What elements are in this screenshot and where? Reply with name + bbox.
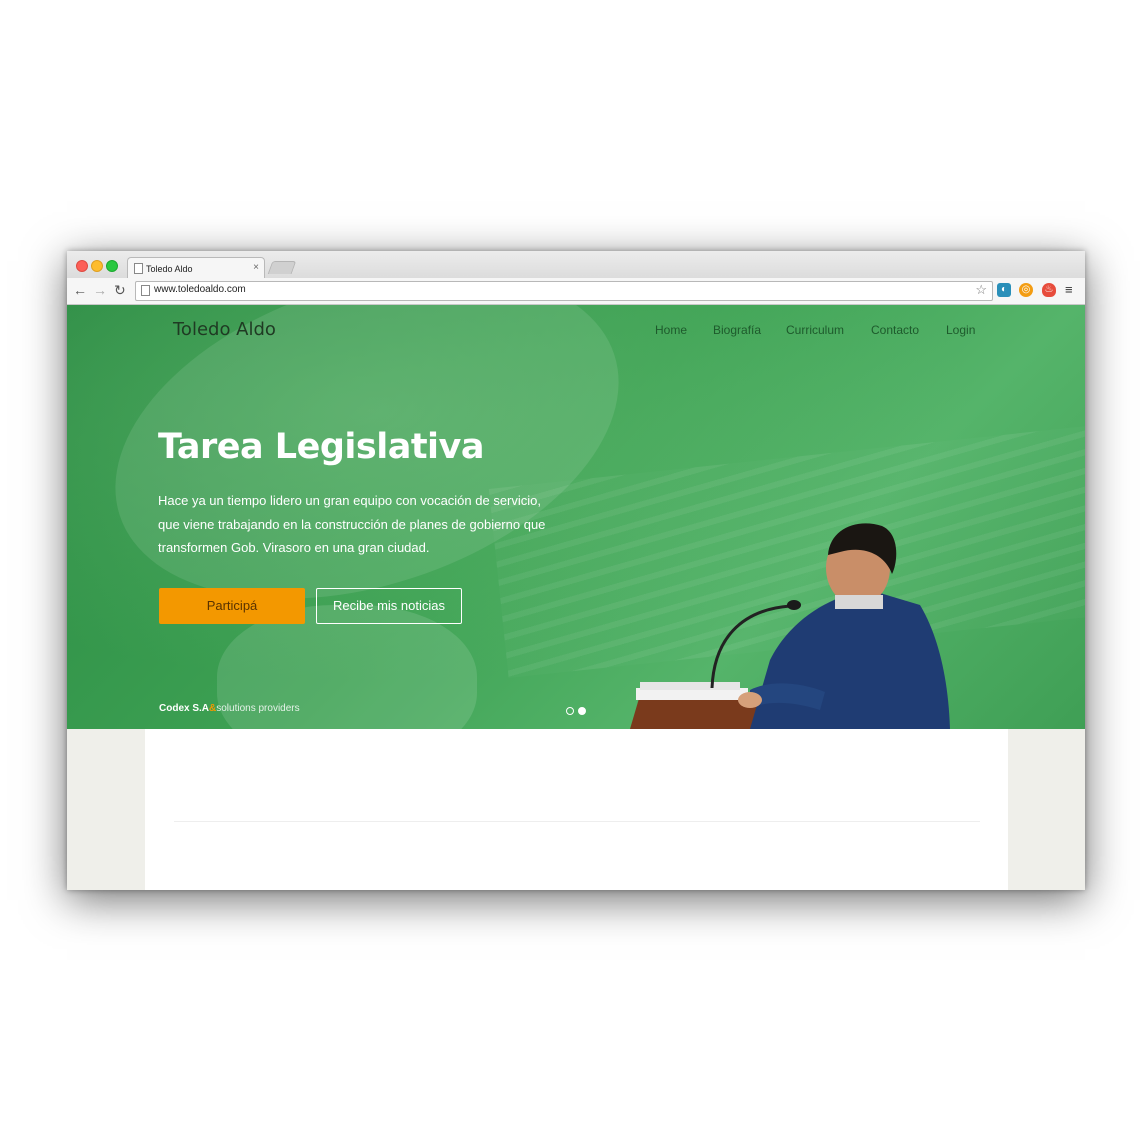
hero-section: Toledo Aldo Home Biografía Curriculum Co… <box>67 305 1085 729</box>
credit-company: Codex S.A <box>159 703 210 714</box>
tab-close-icon[interactable]: × <box>253 262 259 273</box>
maximize-window-button[interactable] <box>106 260 118 272</box>
extension-icon[interactable]: ◐ <box>997 283 1011 297</box>
browser-toolbar: ← → ↻ www.toledoaldo.com ☆ ◐ ◎ ♨ ≡ <box>67 278 1085 305</box>
browser-window: Toledo Aldo × ← → ↻ www.toledoaldo.com ☆… <box>67 251 1085 890</box>
participa-button[interactable]: Participá <box>159 588 305 624</box>
hero-text: Hace ya un tiempo lidero un gran equipo … <box>158 493 546 555</box>
hero-title: Tarea Legislativa <box>158 427 484 467</box>
site-brand[interactable]: Toledo Aldo <box>173 319 276 340</box>
bookmark-star-icon[interactable]: ☆ <box>975 282 987 298</box>
newsletter-button[interactable]: Recibe mis noticias <box>316 588 462 624</box>
browser-titlebar: Toledo Aldo × <box>67 251 1085 279</box>
extension-icon[interactable]: ♨ <box>1042 283 1056 297</box>
reload-icon[interactable]: ↻ <box>114 282 126 298</box>
speaker-photo <box>630 523 950 729</box>
tab-title: Toledo Aldo <box>146 264 193 274</box>
new-tab-button[interactable] <box>267 261 297 274</box>
menu-icon[interactable]: ≡ <box>1065 282 1073 297</box>
close-window-button[interactable] <box>76 260 88 272</box>
nav-biografia[interactable]: Biografía <box>713 323 761 337</box>
jacket-shape <box>750 590 950 729</box>
minimize-window-button[interactable] <box>91 260 103 272</box>
url-text[interactable]: www.toledoaldo.com <box>154 284 246 295</box>
credit-tagline: solutions providers <box>216 703 300 714</box>
nav-curriculum[interactable]: Curriculum <box>786 323 844 337</box>
divider <box>174 821 980 822</box>
hand-shape <box>738 692 762 708</box>
collar-shape <box>835 595 883 609</box>
extension-icon[interactable]: ◎ <box>1019 283 1033 297</box>
nav-login[interactable]: Login <box>946 323 975 337</box>
footer-credit[interactable]: Codex S.A&solutions providers <box>159 703 300 714</box>
address-bar[interactable]: www.toledoaldo.com ☆ <box>135 281 993 301</box>
forward-arrow-icon[interactable]: → <box>93 282 107 298</box>
papers-shape <box>640 682 740 690</box>
slider-dot[interactable] <box>566 707 574 715</box>
page-icon <box>141 285 150 296</box>
microphone-head <box>787 600 801 610</box>
page-icon <box>134 263 143 274</box>
nav-contacto[interactable]: Contacto <box>871 323 919 337</box>
nav-home[interactable]: Home <box>655 323 687 337</box>
back-arrow-icon[interactable]: ← <box>73 282 87 298</box>
slider-dot-active[interactable] <box>578 707 586 715</box>
content-panel <box>145 729 1008 890</box>
browser-tab[interactable]: Toledo Aldo × <box>127 257 265 279</box>
